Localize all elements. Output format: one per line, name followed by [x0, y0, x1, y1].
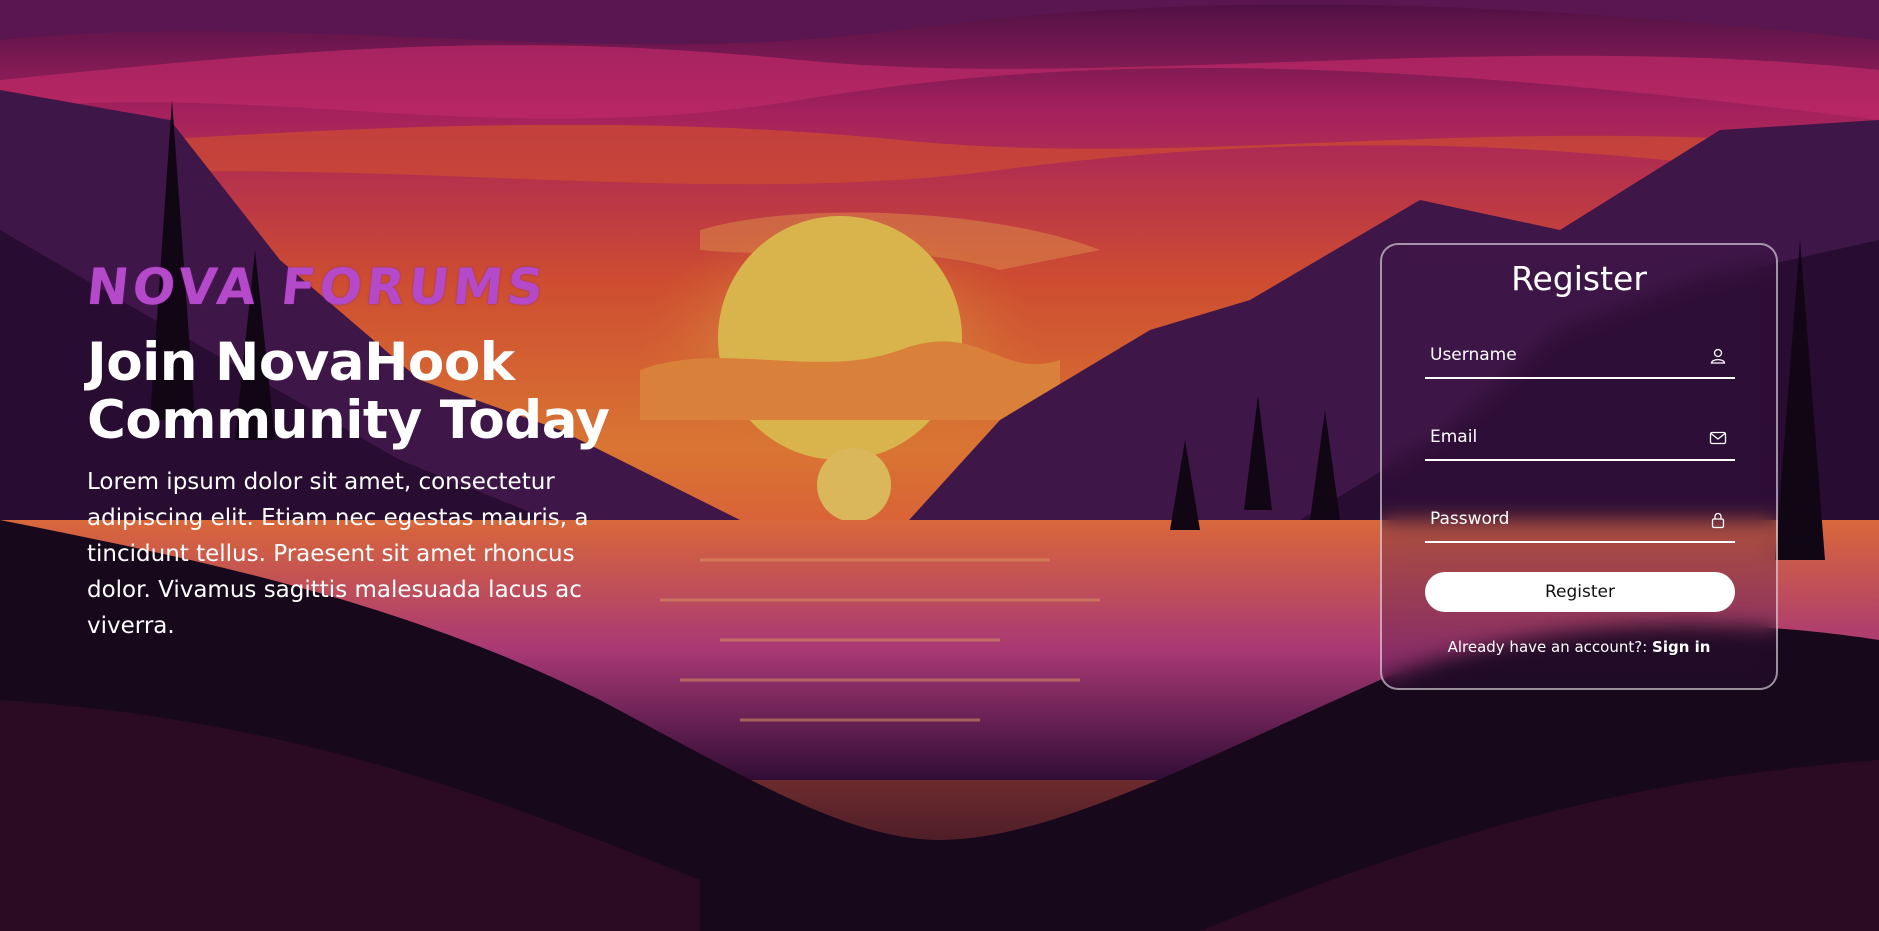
- email-input[interactable]: [1425, 417, 1700, 457]
- password-field: [1425, 499, 1735, 543]
- hero-section: NOVA FORUMS Join NovaHook Community Toda…: [83, 258, 647, 644]
- username-field: [1425, 335, 1735, 379]
- signin-link[interactable]: Sign in: [1652, 638, 1710, 656]
- signin-prompt: Already have an account?: Sign in: [1382, 638, 1776, 656]
- headline-line-2: Community Today: [87, 390, 610, 451]
- lock-icon: [1711, 512, 1725, 529]
- brand-logo: NOVA FORUMS: [83, 258, 551, 316]
- password-input[interactable]: [1425, 499, 1700, 539]
- page-headline: Join NovaHook Community Today: [87, 334, 647, 450]
- mail-icon: [1709, 431, 1727, 445]
- signin-prompt-text: Already have an account?:: [1447, 638, 1653, 656]
- user-icon: [1710, 348, 1726, 364]
- register-card: Register Register Already have an accoun…: [1380, 243, 1778, 690]
- register-title: Register: [1511, 259, 1647, 298]
- register-button[interactable]: Register: [1425, 572, 1735, 612]
- headline-line-1: Join NovaHook: [87, 332, 515, 393]
- hero-description: Lorem ipsum dolor sit amet, consectetur …: [87, 469, 589, 639]
- email-field: [1425, 417, 1735, 461]
- username-input[interactable]: [1425, 335, 1700, 375]
